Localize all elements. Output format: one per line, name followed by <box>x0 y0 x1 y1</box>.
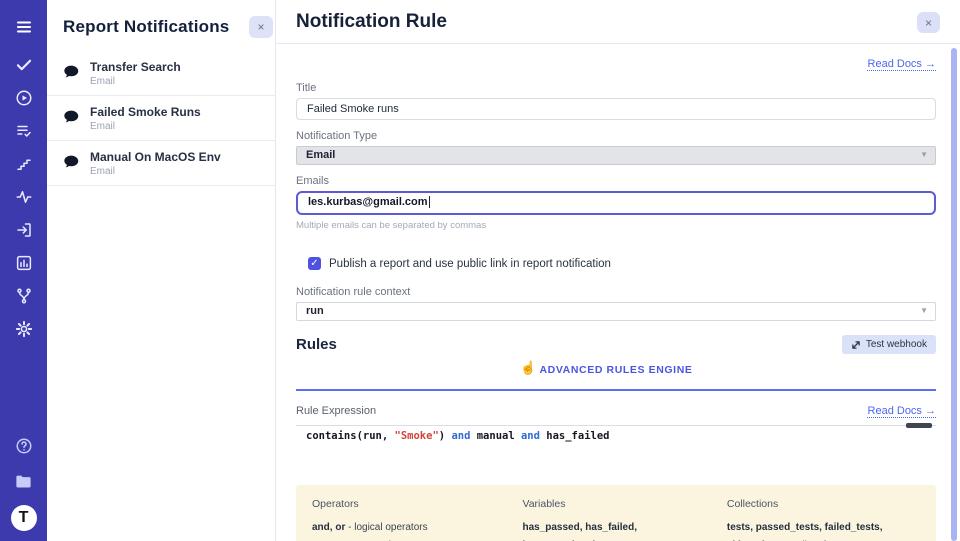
rule-expression-editor[interactable]: contains(run, "Smoke") and manual and ha… <box>296 425 936 483</box>
notification-channel: Email <box>90 76 181 87</box>
folder-icon[interactable] <box>13 470 35 492</box>
help-line: <, >, == - comparison operators <box>312 537 500 541</box>
rules-tabs: ☝ ADVANCED RULES ENGINE <box>296 360 936 391</box>
bar-chart-icon[interactable] <box>13 252 35 274</box>
main-header: Notification Rule × <box>276 0 960 44</box>
code-token: and <box>521 430 540 442</box>
rules-heading: Rules <box>296 336 337 353</box>
test-webhook-label: Test webhook <box>866 339 927 350</box>
chat-bubble-icon <box>61 62 80 86</box>
chevron-down-icon: ▼ <box>920 150 928 159</box>
sidebar-bottom-group: T <box>11 435 37 531</box>
code-token: manual <box>470 430 521 442</box>
branch-icon[interactable] <box>13 285 35 307</box>
notification-type-label: Notification Type <box>296 130 936 142</box>
read-docs-link[interactable]: Read Docs → <box>868 405 936 417</box>
help-column: Variables has_passed, has_failed, has_com… <box>522 498 704 541</box>
steps-icon[interactable] <box>13 153 35 175</box>
gear-icon[interactable] <box>13 318 35 340</box>
context-value: run <box>306 305 324 317</box>
mouse-cursor-icon: ☝ <box>520 360 536 376</box>
help-column-title: Collections <box>727 498 928 510</box>
form-content: Read Docs → Title Notification Type Emai… <box>276 44 960 541</box>
notification-type-value: Email <box>306 149 335 161</box>
read-docs-link[interactable]: Read Docs → <box>868 58 936 70</box>
notification-rule-panel: Notification Rule × Read Docs → Title No… <box>276 0 960 541</box>
code-line: contains(run, "Smoke") and manual and ha… <box>296 426 936 442</box>
emails-value: les.kurbas@gmail.com <box>308 196 428 208</box>
emails-helper-text: Multiple emails can be separated by comm… <box>296 220 936 231</box>
text-caret <box>429 196 430 208</box>
code-token: ) <box>439 430 452 442</box>
app-logo[interactable]: T <box>11 505 37 531</box>
chat-bubble-icon <box>61 107 80 131</box>
page-title: Notification Rule <box>296 11 940 33</box>
code-token: and <box>451 430 470 442</box>
help-circle-icon[interactable] <box>13 435 35 457</box>
rule-expression-label: Rule Expression <box>296 405 376 417</box>
app-window: T Report Notifications × Transfer Search… <box>0 0 960 541</box>
publish-checkbox-row[interactable]: ✓ Publish a report and use public link i… <box>308 257 936 270</box>
emails-label: Emails <box>296 175 936 187</box>
activity-icon[interactable] <box>13 186 35 208</box>
emails-input[interactable]: les.kurbas@gmail.com <box>296 191 936 215</box>
help-column-title: Operators <box>312 498 500 510</box>
publish-checkbox-label: Publish a report and use public link in … <box>329 258 611 270</box>
context-label: Notification rule context <box>296 286 936 298</box>
help-line: tests, passed_tests, failed_tests, skipp… <box>727 519 928 541</box>
notification-title: Transfer Search <box>90 60 181 74</box>
code-token: has_failed <box>540 430 610 442</box>
title-input[interactable] <box>296 98 936 120</box>
close-panel-button[interactable]: × <box>249 16 273 38</box>
check-icon[interactable] <box>13 54 35 76</box>
code-token: "Smoke" <box>395 430 439 442</box>
help-line: and, or - logical operators <box>312 519 500 537</box>
help-line: has_passed, has_failed, has_completed, <box>522 519 704 541</box>
help-column-title: Variables <box>522 498 704 510</box>
notification-title: Failed Smoke Runs <box>90 105 201 119</box>
list-check-icon[interactable] <box>13 120 35 142</box>
notification-type-select[interactable]: Email ▼ <box>296 146 936 165</box>
chevron-down-icon: ▼ <box>920 306 928 315</box>
notification-rule-item[interactable]: Failed Smoke Runs Email <box>47 96 275 141</box>
chat-bubble-icon <box>61 152 80 176</box>
editor-scrollbar-thumb[interactable] <box>906 423 932 428</box>
checkbox-checked-icon[interactable]: ✓ <box>308 257 321 270</box>
notification-rule-item[interactable]: Manual On MacOS Env Email <box>47 141 275 186</box>
code-token: contains(run, <box>306 430 395 442</box>
report-notifications-panel: Report Notifications × Transfer Search E… <box>47 0 276 541</box>
notification-rule-item[interactable]: Transfer Search Email <box>47 51 275 96</box>
test-webhook-button[interactable]: Test webhook <box>842 335 936 354</box>
icon-sidebar: T <box>0 0 47 541</box>
panel-title: Report Notifications <box>63 17 259 37</box>
close-dialog-button[interactable]: × <box>917 12 940 33</box>
expression-help-panel: Operators and, or - logical operators<, >… <box>296 485 936 541</box>
notification-rules-list: Transfer Search Email Failed Smoke Runs … <box>47 51 275 186</box>
title-label: Title <box>296 82 936 94</box>
webhook-arrows-icon <box>851 340 861 350</box>
notification-channel: Email <box>90 166 221 177</box>
menu-icon[interactable] <box>13 16 35 38</box>
notification-channel: Email <box>90 121 201 132</box>
panel-header: Report Notifications × <box>47 0 275 47</box>
tab-advanced-rules-engine[interactable]: ADVANCED RULES ENGINE <box>539 364 692 376</box>
help-column: Collections tests, passed_tests, failed_t… <box>727 498 928 541</box>
context-select[interactable]: run ▼ <box>296 302 936 321</box>
notification-title: Manual On MacOS Env <box>90 150 221 164</box>
login-icon[interactable] <box>13 219 35 241</box>
play-circle-icon[interactable] <box>13 87 35 109</box>
help-column: Operators and, or - logical operators<, >… <box>312 498 500 541</box>
